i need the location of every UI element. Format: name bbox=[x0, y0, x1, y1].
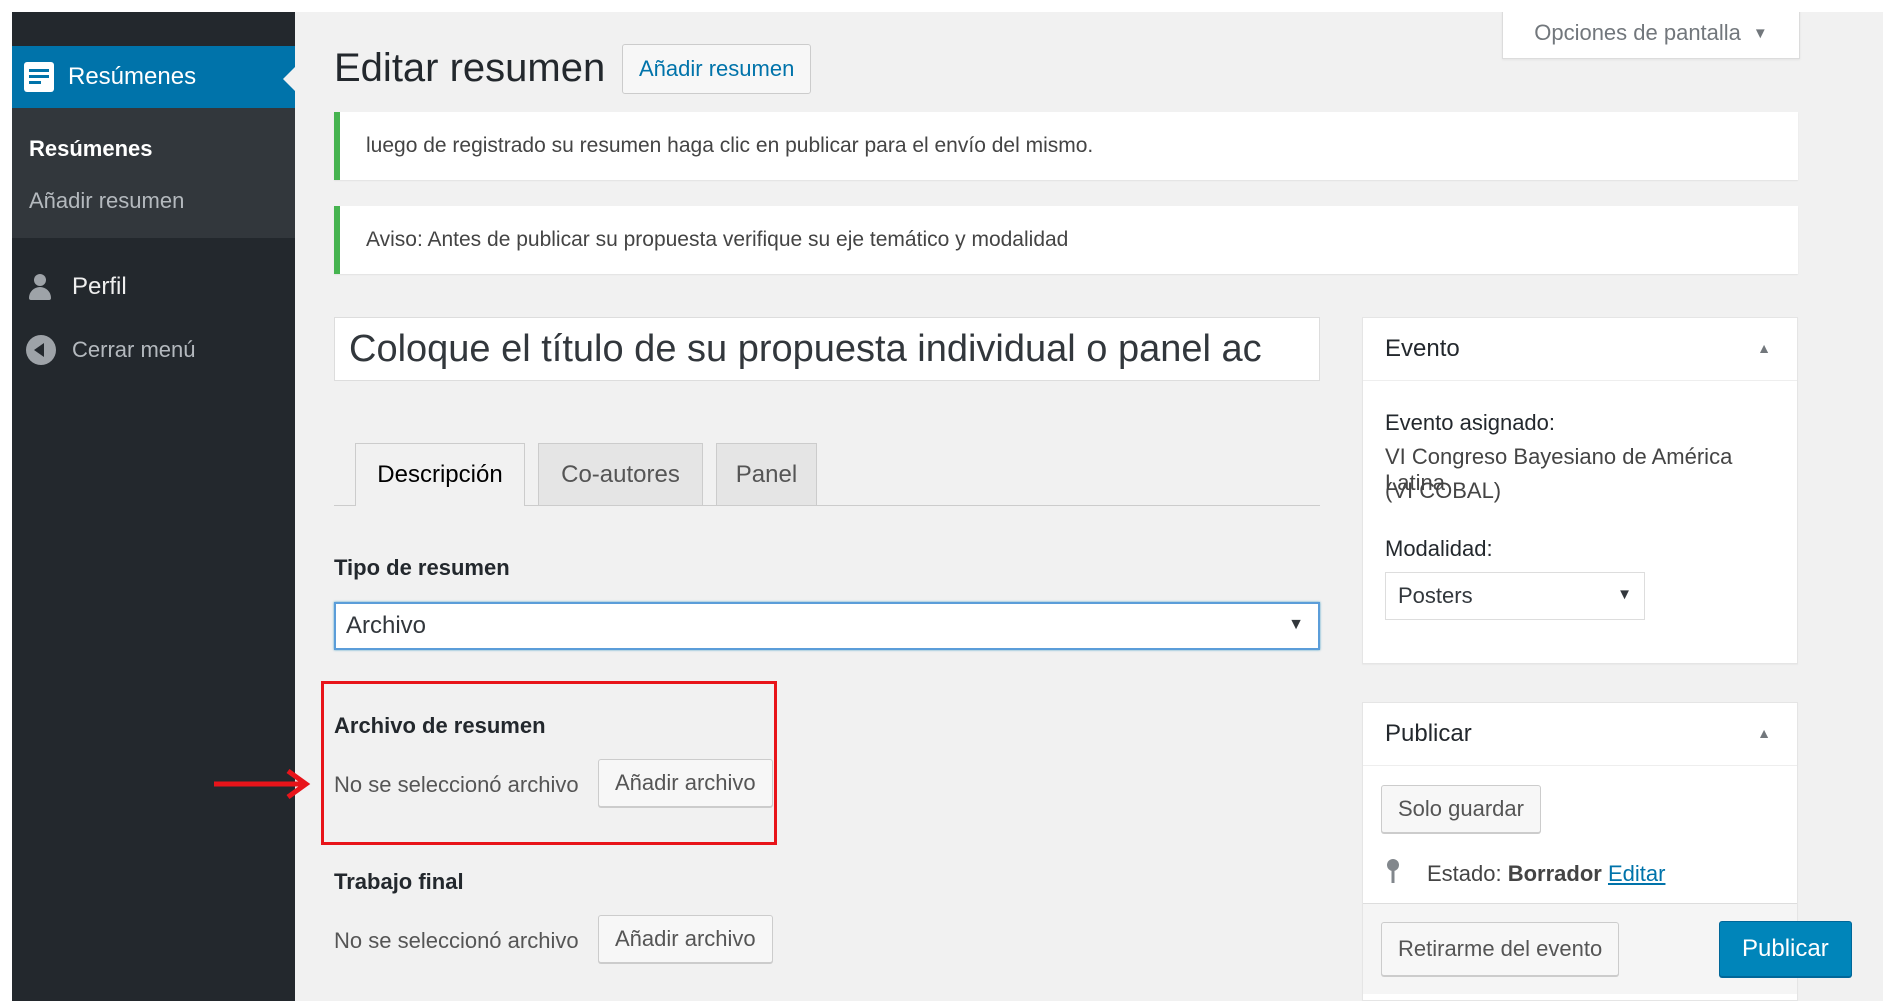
page-title: Editar resumen bbox=[334, 46, 606, 90]
pin-icon bbox=[1387, 859, 1399, 883]
publicar-metabox-title: Publicar bbox=[1385, 720, 1472, 747]
add-archivo-resumen-button[interactable]: Añadir archivo bbox=[598, 759, 773, 807]
add-new-button[interactable]: Añadir resumen bbox=[622, 44, 812, 94]
admin-sidebar: Resúmenes Resúmenes Añadir resumen Perfi… bbox=[12, 12, 295, 1001]
notice-warning: Aviso: Antes de publicar su propuesta ve… bbox=[334, 206, 1798, 274]
evento-metabox: Evento ▲ Evento asignado: VI Congreso Ba… bbox=[1362, 317, 1798, 664]
edit-status-link[interactable]: Editar bbox=[1608, 861, 1665, 886]
menu-collapse-label: Cerrar menú bbox=[72, 337, 196, 362]
arrow-icon bbox=[214, 769, 311, 799]
status-label: Estado: bbox=[1427, 861, 1502, 886]
modalidad-value: Posters bbox=[1398, 583, 1473, 608]
evento-asignado-label: Evento asignado: bbox=[1385, 410, 1556, 435]
trabajo-final-status: No se seleccionó archivo bbox=[334, 928, 579, 953]
status-row: Estado: Borrador Editar bbox=[1427, 861, 1665, 887]
add-trabajo-final-button[interactable]: Añadir archivo bbox=[598, 915, 773, 963]
submenu-item-anadir-resumen[interactable]: Añadir resumen bbox=[29, 188, 184, 214]
evento-name-line2: (VI COBAL) bbox=[1385, 478, 1502, 503]
evento-metabox-title: Evento bbox=[1385, 335, 1460, 362]
title-input[interactable]: Coloque el título de su propuesta indivi… bbox=[334, 317, 1320, 381]
tab-panel[interactable]: Panel bbox=[716, 443, 817, 505]
modalidad-label: Modalidad: bbox=[1385, 536, 1493, 561]
archivo-resumen-label: Archivo de resumen bbox=[334, 713, 546, 738]
notice-info: luego de registrado su resumen haga clic… bbox=[334, 112, 1798, 180]
menu-resumenes-label: Resúmenes bbox=[68, 63, 197, 90]
chevron-down-icon: ▼ bbox=[1752, 24, 1768, 42]
modalidad-select[interactable]: Posters ▼ bbox=[1385, 572, 1645, 620]
tab-descripcion[interactable]: Descripción bbox=[355, 443, 525, 506]
menu-perfil-label: Perfil bbox=[72, 273, 127, 300]
tipo-resumen-label: Tipo de resumen bbox=[334, 555, 510, 580]
screen-options-label: Opciones de pantalla bbox=[1534, 20, 1741, 45]
major-publishing-actions: Retirarme del evento Publicar bbox=[1363, 903, 1852, 994]
publicar-metabox: Publicar ▲ Solo guardar Estado: Borrador… bbox=[1362, 702, 1852, 1001]
resumenes-icon bbox=[24, 62, 54, 92]
publicar-metabox-header[interactable]: Publicar ▲ bbox=[1363, 703, 1797, 766]
collapse-toggle-icon[interactable]: ▲ bbox=[1757, 725, 1771, 741]
publish-button[interactable]: Publicar bbox=[1719, 921, 1852, 977]
tipo-resumen-value: Archivo bbox=[346, 612, 427, 639]
evento-metabox-header[interactable]: Evento ▲ bbox=[1363, 318, 1797, 381]
screen-options-button[interactable]: Opciones de pantalla ▼ bbox=[1502, 12, 1800, 59]
chevron-down-icon: ▼ bbox=[1617, 586, 1632, 603]
trabajo-final-label: Trabajo final bbox=[334, 869, 464, 894]
menu-collapse[interactable]: Cerrar menú bbox=[12, 325, 295, 375]
tipo-resumen-select[interactable]: Archivo ▼ bbox=[334, 602, 1320, 650]
save-draft-button[interactable]: Solo guardar bbox=[1381, 785, 1541, 833]
collapse-icon bbox=[26, 335, 56, 365]
chevron-down-icon: ▼ bbox=[1288, 616, 1304, 633]
status-value: Borrador bbox=[1507, 861, 1602, 886]
menu-resumenes[interactable]: Resúmenes bbox=[12, 46, 295, 108]
submenu: Resúmenes Añadir resumen bbox=[12, 108, 295, 238]
tab-co-autores[interactable]: Co-autores bbox=[538, 443, 703, 505]
submenu-item-resumenes[interactable]: Resúmenes bbox=[29, 136, 153, 162]
user-icon bbox=[26, 272, 56, 302]
withdraw-button[interactable]: Retirarme del evento bbox=[1381, 922, 1620, 976]
menu-perfil[interactable]: Perfil bbox=[12, 262, 295, 312]
screen: Resúmenes Resúmenes Añadir resumen Perfi… bbox=[12, 12, 1883, 1001]
archivo-resumen-status: No se seleccionó archivo bbox=[334, 772, 579, 797]
collapse-toggle-icon[interactable]: ▲ bbox=[1757, 340, 1771, 356]
